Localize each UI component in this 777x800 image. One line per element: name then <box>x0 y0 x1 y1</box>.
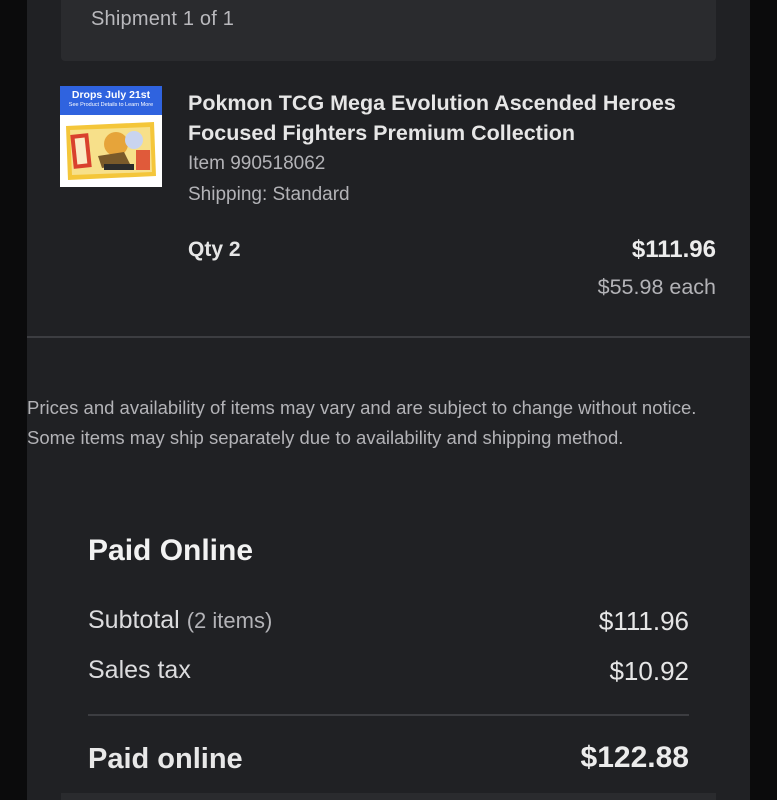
payment-heading: Paid Online <box>88 534 254 567</box>
product-box-art <box>66 122 156 180</box>
shipment-label: Shipment 1 of 1 <box>91 8 235 30</box>
subtotal-value: $111.96 <box>598 606 689 636</box>
unit-price: $55.98 each <box>597 275 716 299</box>
section-divider <box>27 336 750 338</box>
shipment-header: Shipment 1 of 1 <box>61 0 716 61</box>
sales-tax-label: Sales tax <box>88 656 191 684</box>
summary-divider <box>88 714 689 716</box>
price-disclaimer: Prices and availability of items may var… <box>27 397 697 448</box>
subtotal-label-group: Subtotal (2 items) <box>88 606 272 635</box>
paid-online-total: $122.88 <box>580 741 689 774</box>
order-item[interactable]: Drops July 21st See Product Details to L… <box>60 86 716 316</box>
sales-tax-row: Sales tax $10.92 <box>88 656 689 690</box>
product-thumbnail[interactable]: Drops July 21st See Product Details to L… <box>60 86 162 187</box>
thumbnail-banner-title: Drops July 21st <box>71 89 151 101</box>
subtotal-label: Subtotal <box>88 606 180 634</box>
quantity: Qty 2 <box>188 238 241 261</box>
next-section-edge <box>61 793 716 800</box>
thumbnail-banner-subtitle: See Product Details to Learn More <box>68 102 154 108</box>
subtotal-row: Subtotal (2 items) $111.96 <box>88 606 689 640</box>
product-title[interactable]: Pokmon TCG Mega Evolution Ascended Heroe… <box>188 88 728 148</box>
shipping-method: Shipping: Standard <box>188 184 350 205</box>
paid-online-label: Paid online <box>88 743 243 775</box>
subtotal-item-count: (2 items) <box>186 608 273 633</box>
line-total-price: $111.96 <box>631 236 716 263</box>
order-details-panel: Shipment 1 of 1 Drops July 21st See Prod… <box>27 0 750 800</box>
thumbnail-banner: Drops July 21st See Product Details to L… <box>60 86 162 115</box>
sales-tax-value: $10.92 <box>609 656 689 686</box>
item-number: Item 990518062 <box>188 153 326 174</box>
